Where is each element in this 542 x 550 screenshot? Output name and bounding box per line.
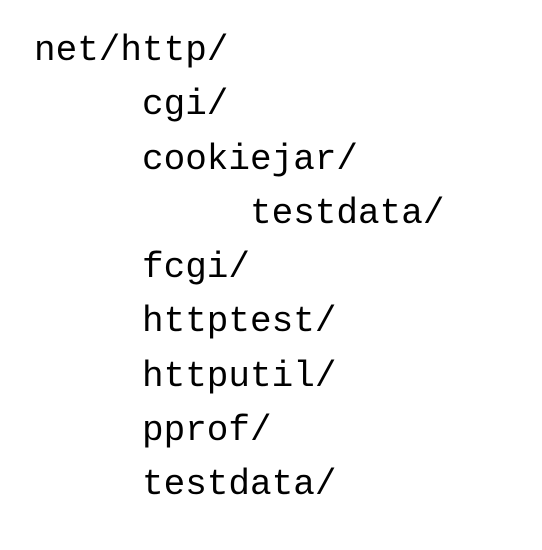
tree-item-cookiejar-testdata: testdata/ <box>250 192 445 234</box>
directory-tree: net/http/ cgi/ cookiejar/ testdata/ fcgi… <box>34 24 534 513</box>
tree-item-httptest: httptest/ <box>142 301 337 343</box>
tree-item-cgi: cgi/ <box>142 84 229 126</box>
tree-root-net-http: net/http/ <box>34 30 229 71</box>
tree-item-cookiejar: cookiejar/ <box>142 138 359 180</box>
tree-item-fcgi: fcgi/ <box>142 247 251 289</box>
tree-item-pprof: pprof/ <box>142 410 272 452</box>
tree-item-testdata: testdata/ <box>142 464 337 506</box>
tree-item-httputil: httputil/ <box>142 355 337 397</box>
